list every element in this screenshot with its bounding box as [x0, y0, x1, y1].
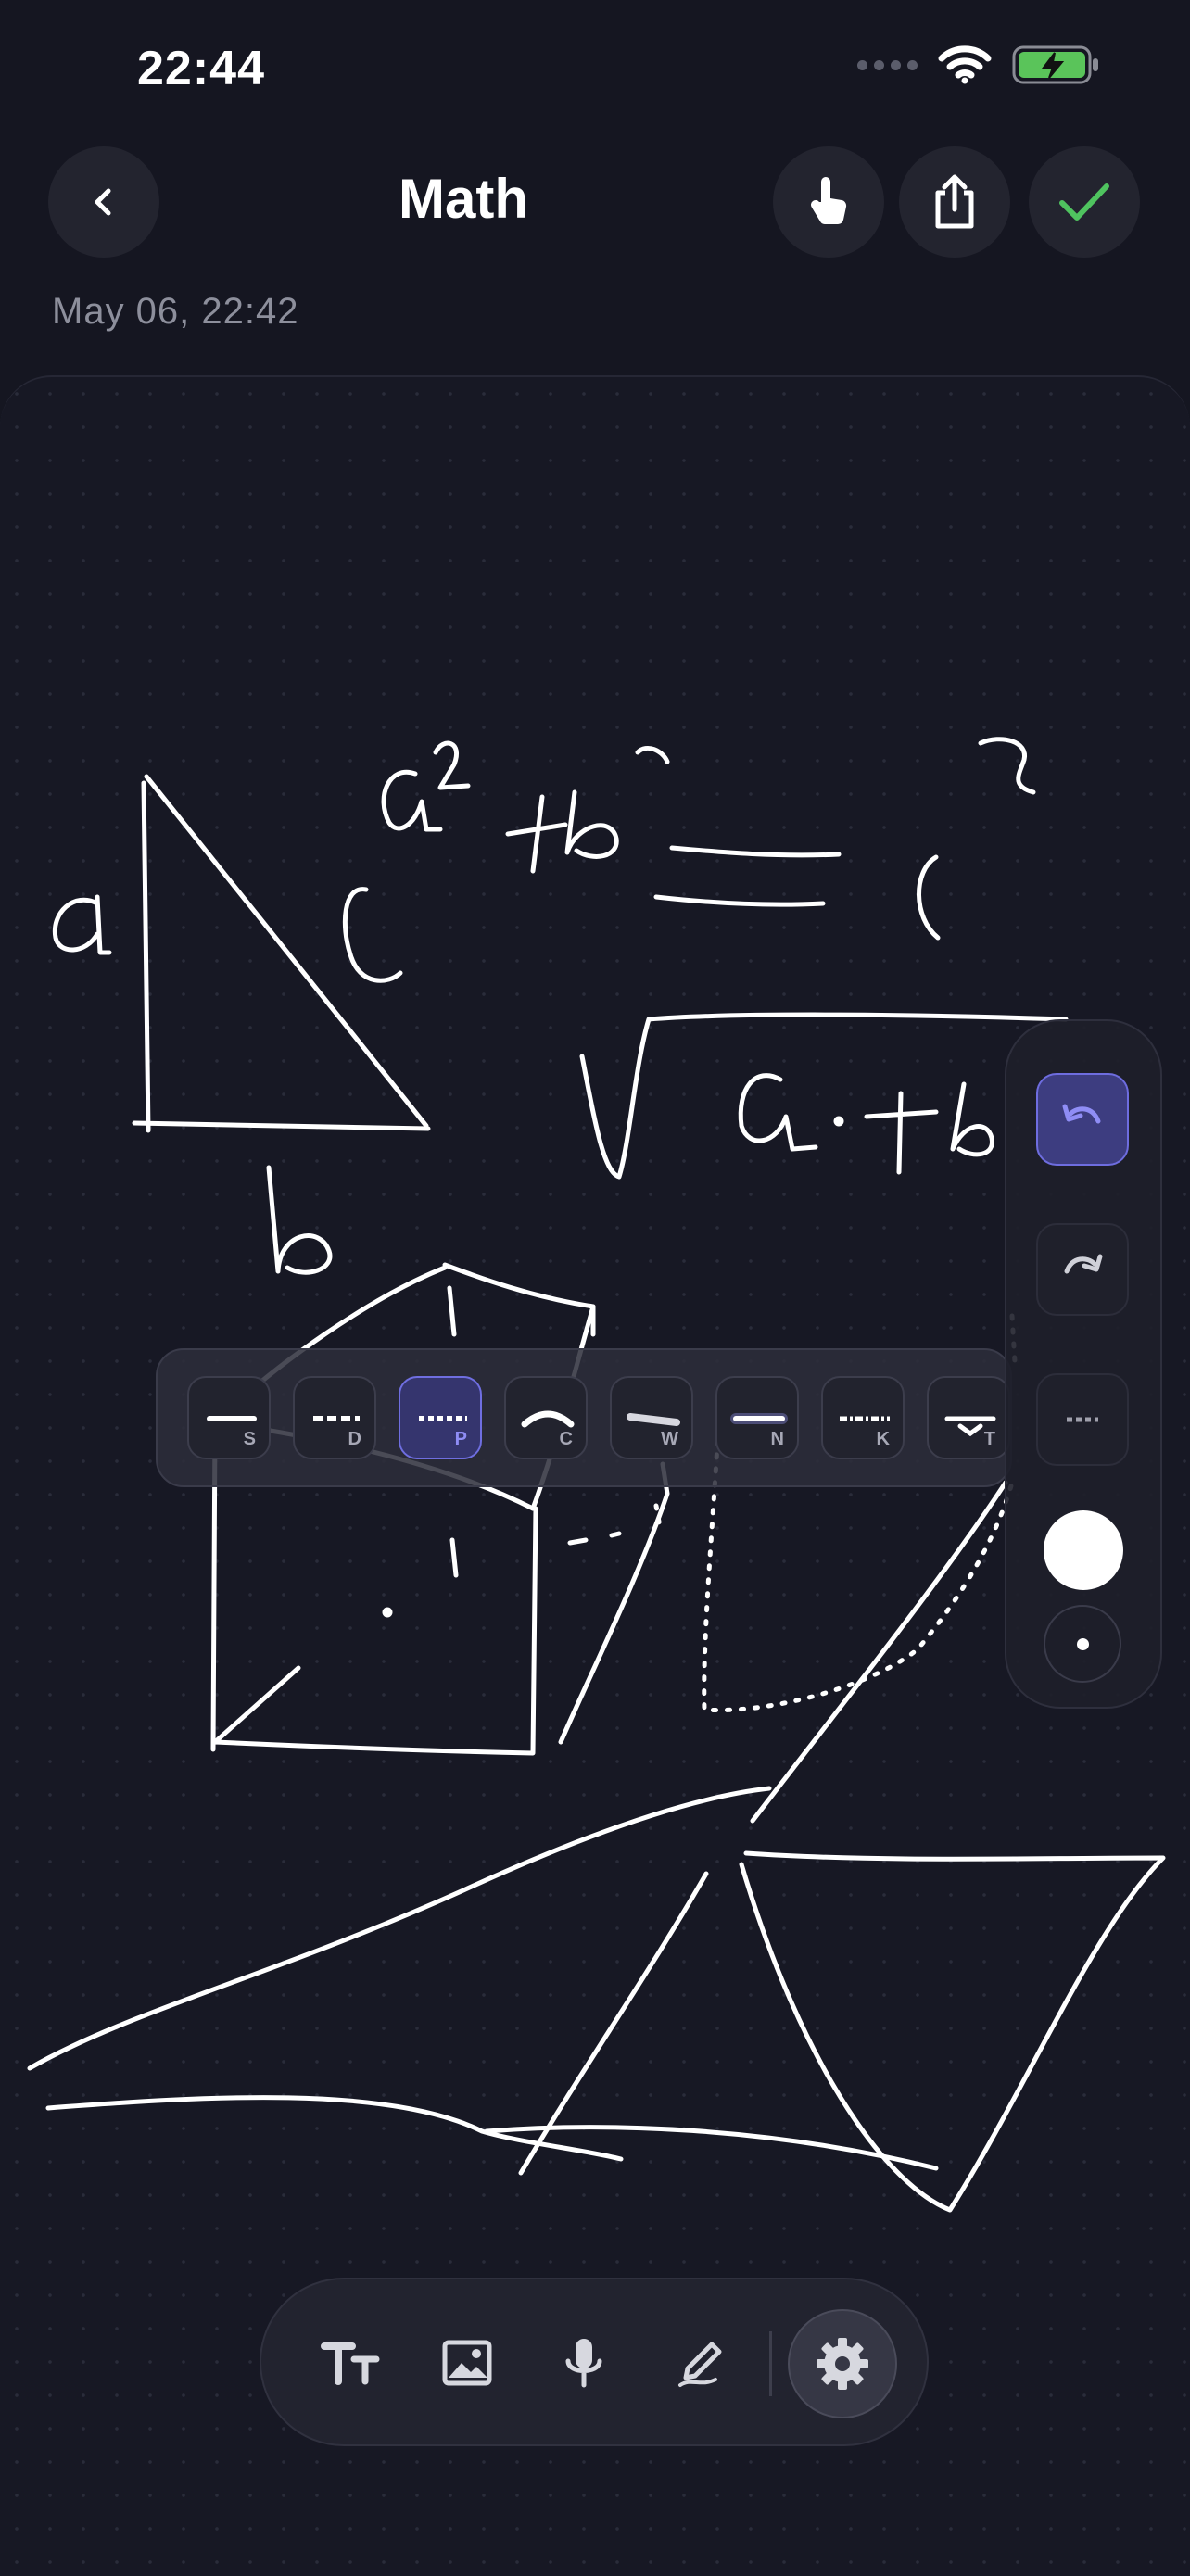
dash-dot-line-icon [840, 1416, 890, 1421]
stroke-style-letter: K [876, 1429, 890, 1449]
stroke-style-solid[interactable]: S [187, 1376, 271, 1459]
hand-touch-icon [811, 177, 847, 225]
arrow-line-icon [944, 1416, 996, 1437]
gear-icon [817, 2338, 868, 2390]
stroke-style-picker: S D P C W N K T [156, 1348, 1012, 1487]
touch-mode-button[interactable] [773, 146, 884, 258]
pen-side-panel [1005, 1019, 1162, 1709]
stroke-style-letter: S [243, 1429, 256, 1449]
wifi-icon [938, 45, 992, 84]
stroke-style-neon[interactable]: N [715, 1376, 799, 1459]
draw-tool-button[interactable] [654, 2317, 747, 2409]
stroke-style-letter: D [348, 1429, 361, 1449]
settings-button[interactable] [788, 2309, 897, 2418]
note-date: May 06, 22:42 [52, 291, 299, 332]
text-icon [321, 2342, 380, 2385]
check-icon [1059, 183, 1109, 221]
stroke-style-curved[interactable]: C [504, 1376, 588, 1459]
stroke-style-letter: P [454, 1429, 467, 1449]
redo-icon [1064, 1254, 1103, 1274]
pen-color-swatch[interactable] [1044, 1510, 1123, 1590]
stroke-style-letter: C [559, 1429, 573, 1449]
voice-tool-button[interactable] [538, 2317, 630, 2409]
image-tool-button[interactable] [421, 2317, 513, 2409]
brush-line-icon [627, 1413, 680, 1426]
dash-line-icon [1067, 1417, 1098, 1422]
image-icon [442, 2340, 492, 2386]
stroke-style-letter: N [770, 1429, 784, 1449]
bottom-toolbar [260, 2278, 929, 2446]
curved-line-icon [521, 1410, 575, 1428]
cellular-signal-icon [857, 59, 918, 70]
stroke-style-toggle-button[interactable] [1036, 1373, 1129, 1466]
battery-icon [1012, 45, 1098, 84]
share-icon [935, 174, 974, 229]
status-time: 22:44 [137, 42, 265, 95]
stroke-style-dotted[interactable]: P [399, 1376, 482, 1459]
undo-icon [1062, 1104, 1101, 1124]
dashed-line-icon [313, 1416, 360, 1421]
stroke-style-dashed[interactable]: D [293, 1376, 376, 1459]
neon-line-icon [730, 1413, 788, 1424]
pen-size-button[interactable] [1044, 1605, 1121, 1683]
stroke-style-t[interactable]: T [927, 1376, 1010, 1459]
text-tool-button[interactable] [304, 2317, 397, 2409]
solid-line-icon [207, 1416, 257, 1421]
stroke-style-letter: W [661, 1429, 678, 1449]
stroke-style-k[interactable]: K [821, 1376, 905, 1459]
stroke-style-wave[interactable]: W [610, 1376, 693, 1459]
done-button[interactable] [1029, 146, 1140, 258]
share-button[interactable] [899, 146, 1010, 258]
undo-button[interactable] [1036, 1073, 1129, 1166]
status-icons [857, 44, 1101, 85]
pen-icon [678, 2342, 722, 2387]
redo-button[interactable] [1036, 1223, 1129, 1316]
microphone-icon [565, 2339, 602, 2388]
toolbar-divider [769, 2331, 772, 2396]
small-dot-icon [1076, 1637, 1089, 1650]
dotted-line-icon [419, 1416, 467, 1421]
stroke-style-letter: T [983, 1429, 995, 1449]
